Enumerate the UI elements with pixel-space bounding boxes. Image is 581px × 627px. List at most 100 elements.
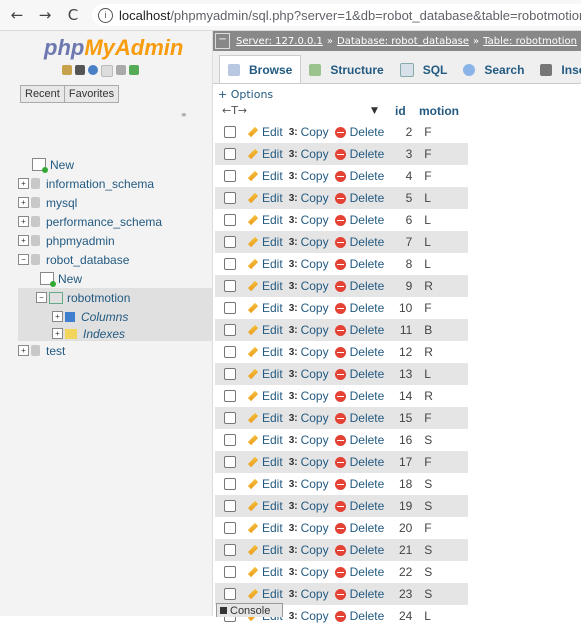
delete-link[interactable]: Delete	[350, 367, 385, 381]
delete-link[interactable]: Delete	[350, 235, 385, 249]
tree-item-mysql[interactable]: + mysql	[18, 193, 212, 212]
edit-link[interactable]: Edit	[262, 169, 283, 183]
cell-motion[interactable]: S	[424, 587, 432, 601]
copy-link[interactable]: Copy	[301, 147, 329, 161]
cell-motion[interactable]: L	[424, 191, 431, 205]
delete-link[interactable]: Delete	[350, 411, 385, 425]
row-checkbox[interactable]	[224, 214, 236, 226]
edit-link[interactable]: Edit	[262, 235, 283, 249]
tree-item-phpmyadmin[interactable]: + phpmyadmin	[18, 231, 212, 250]
cell-motion[interactable]: R	[424, 345, 433, 359]
tree-item-new[interactable]: New	[18, 155, 212, 174]
row-checkbox[interactable]	[224, 170, 236, 182]
row-checkbox[interactable]	[224, 434, 236, 446]
edit-link[interactable]: Edit	[262, 367, 283, 381]
cell-id[interactable]: 16	[390, 433, 412, 447]
cell-motion[interactable]: F	[424, 147, 431, 161]
delete-link[interactable]: Delete	[350, 565, 385, 579]
row-checkbox[interactable]	[224, 478, 236, 490]
breadcrumb-database[interactable]: Database: robot_database	[337, 36, 469, 47]
cell-id[interactable]: 12	[390, 345, 412, 359]
tree-item-new-table[interactable]: New	[18, 269, 212, 288]
logout-icon[interactable]	[75, 65, 85, 75]
delete-link[interactable]: Delete	[350, 477, 385, 491]
cell-motion[interactable]: L	[424, 609, 431, 623]
row-checkbox[interactable]	[224, 544, 236, 556]
cell-motion[interactable]: R	[424, 279, 433, 293]
edit-link[interactable]: Edit	[262, 257, 283, 271]
edit-link[interactable]: Edit	[262, 345, 283, 359]
delete-link[interactable]: Delete	[350, 587, 385, 601]
cell-motion[interactable]: S	[424, 499, 432, 513]
column-header-motion[interactable]: motion	[419, 104, 459, 121]
cell-id[interactable]: 18	[390, 477, 412, 491]
copy-link[interactable]: Copy	[301, 477, 329, 491]
copy-link[interactable]: Copy	[301, 169, 329, 183]
row-checkbox[interactable]	[224, 346, 236, 358]
cell-motion[interactable]: F	[424, 169, 431, 183]
edit-link[interactable]: Edit	[262, 587, 283, 601]
copy-link[interactable]: Copy	[301, 411, 329, 425]
edit-link[interactable]: Edit	[262, 191, 283, 205]
breadcrumb-table[interactable]: Table: robotmotion	[483, 36, 577, 47]
row-checkbox[interactable]	[224, 280, 236, 292]
cell-id[interactable]: 23	[390, 587, 412, 601]
copy-link[interactable]: Copy	[301, 389, 329, 403]
delete-link[interactable]: Delete	[350, 389, 385, 403]
tab-insert[interactable]: Insert	[532, 56, 581, 83]
row-checkbox[interactable]	[224, 390, 236, 402]
row-checkbox[interactable]	[224, 236, 236, 248]
delete-link[interactable]: Delete	[350, 191, 385, 205]
tree-item-performance-schema[interactable]: + performance_schema	[18, 212, 212, 231]
favorites-button[interactable]: Favorites	[64, 85, 120, 103]
copy-link[interactable]: Copy	[301, 235, 329, 249]
cell-id[interactable]: 2	[390, 125, 413, 139]
row-checkbox[interactable]	[224, 500, 236, 512]
cell-motion[interactable]: L	[424, 367, 431, 381]
options-link[interactable]: + Options	[218, 88, 273, 101]
copy-link[interactable]: Copy	[301, 345, 329, 359]
cell-id[interactable]: 21	[390, 543, 412, 557]
copy-link[interactable]: Copy	[301, 587, 329, 601]
cell-motion[interactable]: R	[424, 389, 433, 403]
expand-icon[interactable]: +	[18, 197, 29, 208]
row-checkbox[interactable]	[224, 192, 236, 204]
copy-link[interactable]: Copy	[301, 279, 329, 293]
row-checkbox[interactable]	[224, 412, 236, 424]
expand-icon[interactable]: +	[18, 235, 29, 246]
cell-id[interactable]: 6	[390, 213, 413, 227]
copy-link[interactable]: Copy	[301, 609, 329, 623]
cell-id[interactable]: 17	[390, 455, 412, 469]
collapse-icon[interactable]: −	[36, 292, 47, 303]
cell-motion[interactable]: F	[424, 125, 431, 139]
recent-button[interactable]: Recent	[20, 85, 65, 103]
row-checkbox[interactable]	[224, 456, 236, 468]
row-checkbox[interactable]	[224, 588, 236, 600]
tab-search[interactable]: Search	[455, 56, 532, 83]
tree-item-information-schema[interactable]: + information_schema	[18, 174, 212, 193]
edit-link[interactable]: Edit	[262, 433, 283, 447]
tab-sql[interactable]: SQL	[392, 56, 456, 83]
cell-motion[interactable]: F	[424, 455, 431, 469]
settings-icon[interactable]	[116, 65, 126, 75]
cell-id[interactable]: 9	[390, 279, 413, 293]
cell-id[interactable]: 4	[390, 169, 413, 183]
expand-icon[interactable]: +	[52, 328, 63, 339]
cell-id[interactable]: 19	[390, 499, 412, 513]
cell-motion[interactable]: F	[424, 411, 431, 425]
delete-link[interactable]: Delete	[350, 257, 385, 271]
expand-icon[interactable]: +	[18, 216, 29, 227]
collapse-nav-icon[interactable]: −	[215, 33, 231, 49]
row-checkbox[interactable]	[224, 566, 236, 578]
copy-link[interactable]: Copy	[301, 499, 329, 513]
cell-id[interactable]: 20	[390, 521, 412, 535]
delete-link[interactable]: Delete	[350, 455, 385, 469]
tree-item-robot-database[interactable]: − robot_database	[18, 250, 212, 269]
back-arrow-icon[interactable]: ←	[6, 6, 28, 24]
info-icon[interactable]: i	[98, 7, 113, 23]
row-checkbox[interactable]	[224, 302, 236, 314]
cell-motion[interactable]: S	[424, 565, 432, 579]
cell-motion[interactable]: F	[424, 521, 431, 535]
sort-triangle-icon[interactable]: ▼	[371, 106, 378, 116]
cell-id[interactable]: 11	[390, 323, 412, 337]
